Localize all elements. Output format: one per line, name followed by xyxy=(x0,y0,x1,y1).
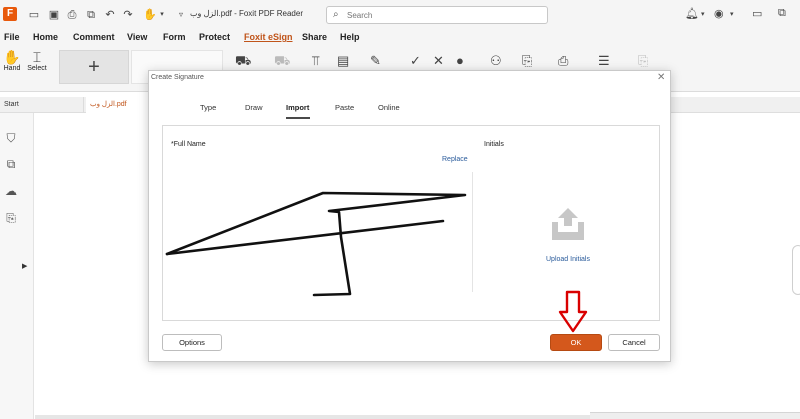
window-minimize-icon[interactable]: ▭ xyxy=(752,7,762,20)
comments-icon[interactable]: ☁ xyxy=(4,184,18,198)
tab-import[interactable]: Import xyxy=(286,103,309,112)
right-panel-handle[interactable] xyxy=(792,245,800,295)
menu-bar: File Home Comment View Form Protect Foxi… xyxy=(0,30,800,45)
tab-document[interactable]: الزل وب.pdf xyxy=(86,97,148,113)
left-navigation-panel: ⛉ ⧉ ☁ ⎘ ▶ xyxy=(0,113,34,419)
save-icon[interactable]: ▣ xyxy=(47,8,61,22)
hand-icon: ✋ xyxy=(3,49,21,65)
active-tab-indicator xyxy=(286,117,310,119)
upload-initials-link[interactable]: Upload Initials xyxy=(546,256,590,263)
tab-paste[interactable]: Paste xyxy=(335,103,354,112)
select-tool[interactable]: ⌶ Select xyxy=(25,49,49,72)
undo-icon[interactable]: ↶ xyxy=(103,8,117,22)
create-signature-dialog: Create Signature ✕ Type Draw Import Past… xyxy=(148,70,671,362)
hand-tool[interactable]: ✋ Hand xyxy=(2,49,22,72)
share-icon[interactable]: ⧉ xyxy=(84,8,98,22)
checkmark-icon[interactable]: ✓ xyxy=(410,53,421,69)
notification-bell-icon[interactable]: 🔔︎ xyxy=(685,7,699,20)
chevron-down-icon[interactable]: ▾ xyxy=(730,10,734,18)
initials-label: Initials xyxy=(484,141,504,148)
search-box[interactable]: ⌕ xyxy=(326,6,548,24)
open-folder-icon[interactable]: ▭ xyxy=(27,8,41,22)
text-field-icon[interactable]: ⫪ xyxy=(312,53,319,69)
menu-help[interactable]: Help xyxy=(340,32,360,42)
ok-button[interactable]: OK xyxy=(550,334,602,351)
search-icon: ⌕ xyxy=(333,9,339,20)
bookmark-icon[interactable]: ⛉ xyxy=(4,131,18,145)
tab-start[interactable]: Start xyxy=(0,97,84,113)
dot-icon[interactable]: ● xyxy=(456,53,464,68)
tab-type[interactable]: Type xyxy=(200,103,216,112)
add-signature-button[interactable]: + xyxy=(59,50,129,84)
text-box-icon[interactable]: ▤ xyxy=(337,53,349,69)
cancel-button[interactable]: Cancel xyxy=(608,334,660,351)
replace-link[interactable]: Replace xyxy=(442,156,468,163)
menu-share[interactable]: Share xyxy=(302,32,327,42)
cross-mark-icon[interactable]: ✕ xyxy=(433,53,444,69)
title-bar: F ▭ ▣ ⎙ ⧉ ↶ ↷ ✋ ▾ ▿ الزل وب.pdf - Foxit … xyxy=(0,0,800,30)
customize-toolbar-icon[interactable]: ▿ xyxy=(174,8,188,22)
select-label: Select xyxy=(27,65,47,72)
sign-car-disabled-icon: ⛟ xyxy=(274,53,291,68)
dialog-title: Create Signature xyxy=(151,74,204,81)
redo-icon[interactable]: ↷ xyxy=(121,8,135,22)
menu-protect[interactable]: Protect xyxy=(199,32,230,42)
pages-icon[interactable]: ⧉ xyxy=(4,157,18,171)
document-list-icon[interactable]: ☰ xyxy=(598,53,610,69)
status-bar xyxy=(590,412,800,419)
foxit-logo-icon: F xyxy=(3,7,17,21)
account-icon[interactable]: ◉ xyxy=(714,7,724,20)
menu-foxit-esign[interactable]: Foxit eSign xyxy=(244,32,293,42)
chevron-down-icon[interactable]: ▾ xyxy=(155,8,169,22)
chevron-down-icon[interactable]: ▾ xyxy=(701,10,705,18)
print-icon[interactable]: ⎙ xyxy=(65,8,79,22)
sign-car-icon[interactable]: ⛟ xyxy=(235,53,251,71)
imported-signature-image xyxy=(165,191,467,297)
attachment-icon[interactable]: ⎘ xyxy=(4,211,18,225)
options-button[interactable]: Options xyxy=(162,334,222,351)
select-cursor-icon: ⌶ xyxy=(32,49,42,65)
close-icon[interactable]: ✕ xyxy=(657,72,665,83)
pen-sign-icon[interactable]: ✎ xyxy=(370,53,381,69)
hand-label: Hand xyxy=(3,65,21,72)
request-signature-icon[interactable]: ⎙ xyxy=(558,53,568,69)
tab-online[interactable]: Online xyxy=(378,103,400,112)
tab-draw[interactable]: Draw xyxy=(245,103,263,112)
upload-icon[interactable] xyxy=(548,206,588,244)
menu-form[interactable]: Form xyxy=(163,32,186,42)
user-sign-icon[interactable]: ⚇ xyxy=(490,53,502,69)
document-disabled-icon: ⎘ xyxy=(638,53,649,68)
menu-comment[interactable]: Comment xyxy=(73,32,115,42)
menu-file[interactable]: File xyxy=(4,32,20,42)
red-down-arrow-annotation-icon xyxy=(558,290,588,333)
menu-view[interactable]: View xyxy=(127,32,147,42)
esign-document-icon[interactable]: ⎘ xyxy=(522,53,532,69)
menu-home[interactable]: Home xyxy=(33,32,58,42)
window-title: الزل وب.pdf - Foxit PDF Reader xyxy=(190,9,303,18)
panel-divider xyxy=(472,172,473,292)
expand-panel-arrow-icon[interactable]: ▶ xyxy=(22,262,27,270)
search-input[interactable] xyxy=(347,9,537,22)
window-restore-icon[interactable]: ⧉ xyxy=(778,7,786,20)
full-name-label: *Full Name xyxy=(171,141,206,148)
